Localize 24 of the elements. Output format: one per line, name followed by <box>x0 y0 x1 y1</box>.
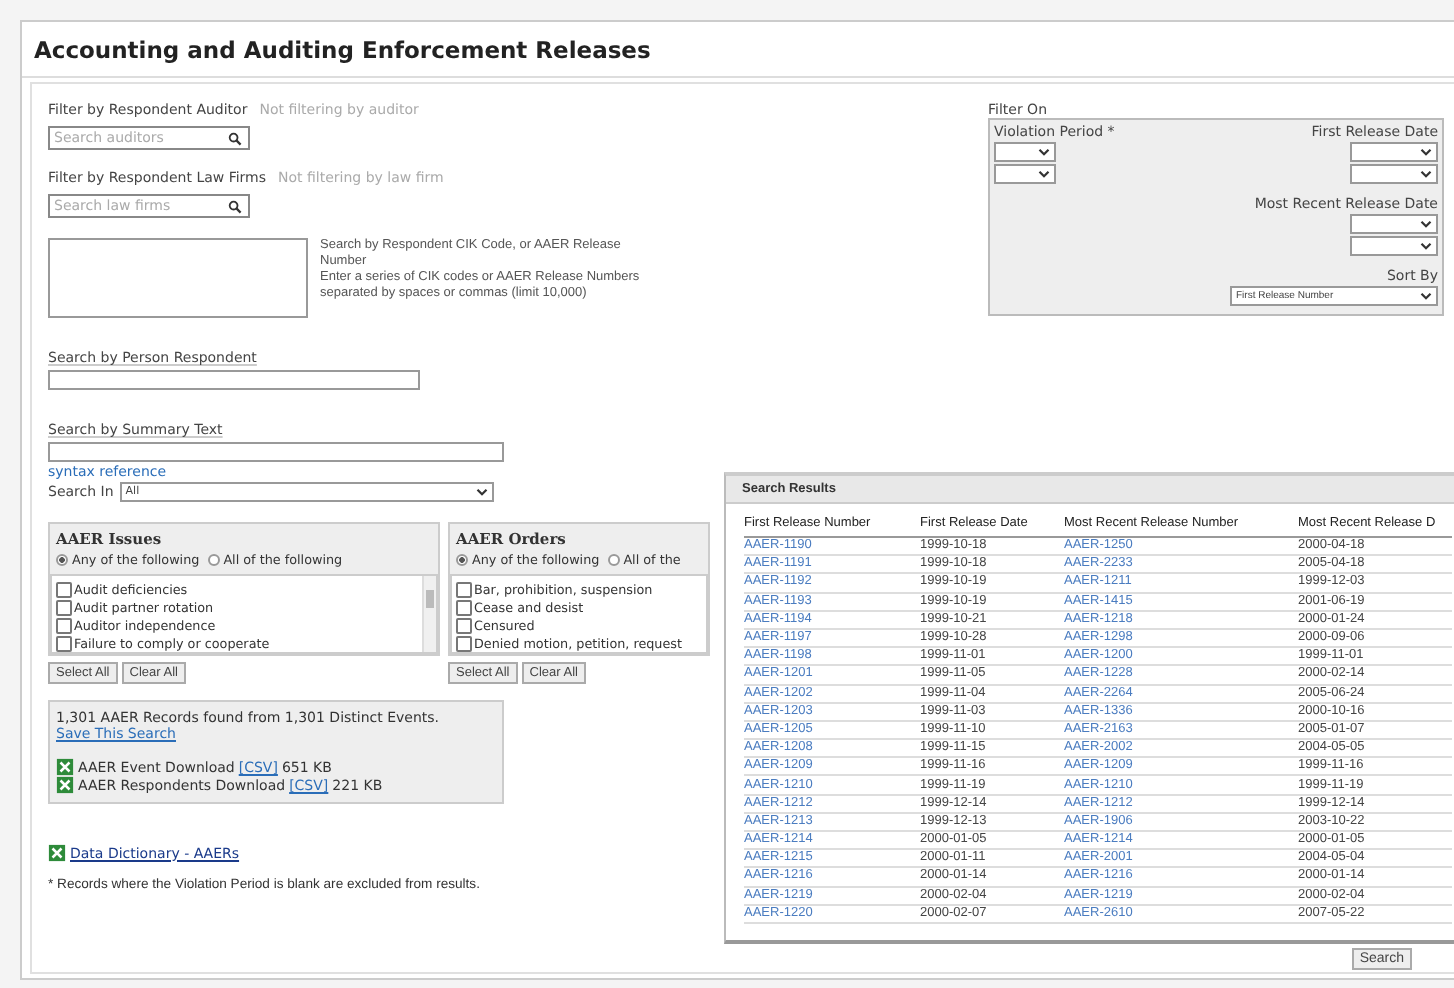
chevron-icon <box>1038 148 1050 156</box>
most-recent-release-date-dropdown[interactable] <box>1350 214 1438 234</box>
violation-period-dropdown[interactable] <box>994 164 1056 184</box>
chevron-icon <box>1420 220 1432 228</box>
spreadsheet-icon <box>56 758 74 776</box>
search-icon <box>228 131 242 145</box>
cik-input-field[interactable] <box>48 238 308 318</box>
chevron-icon <box>1038 170 1050 178</box>
person-search-field[interactable] <box>48 370 420 390</box>
spreadsheet-icon <box>56 776 74 794</box>
search-icon <box>228 199 242 213</box>
chevron-icon <box>1420 170 1432 178</box>
spreadsheet-icon <box>48 844 66 862</box>
most-recent-release-date-dropdown[interactable] <box>1350 236 1438 256</box>
chevron-icon <box>475 488 488 496</box>
chevron-icon <box>1420 292 1432 300</box>
first-release-date-dropdown[interactable] <box>1350 164 1438 184</box>
chevron-icon <box>1420 148 1432 156</box>
chevron-icon <box>1420 242 1432 250</box>
summary-search-field[interactable] <box>48 442 504 462</box>
scrollbar[interactable] <box>422 576 436 652</box>
violation-period-dropdown[interactable] <box>994 142 1056 162</box>
page-title: Accounting and Auditing Enforcement Releases <box>22 22 1454 78</box>
first-release-date-dropdown[interactable] <box>1350 142 1438 162</box>
